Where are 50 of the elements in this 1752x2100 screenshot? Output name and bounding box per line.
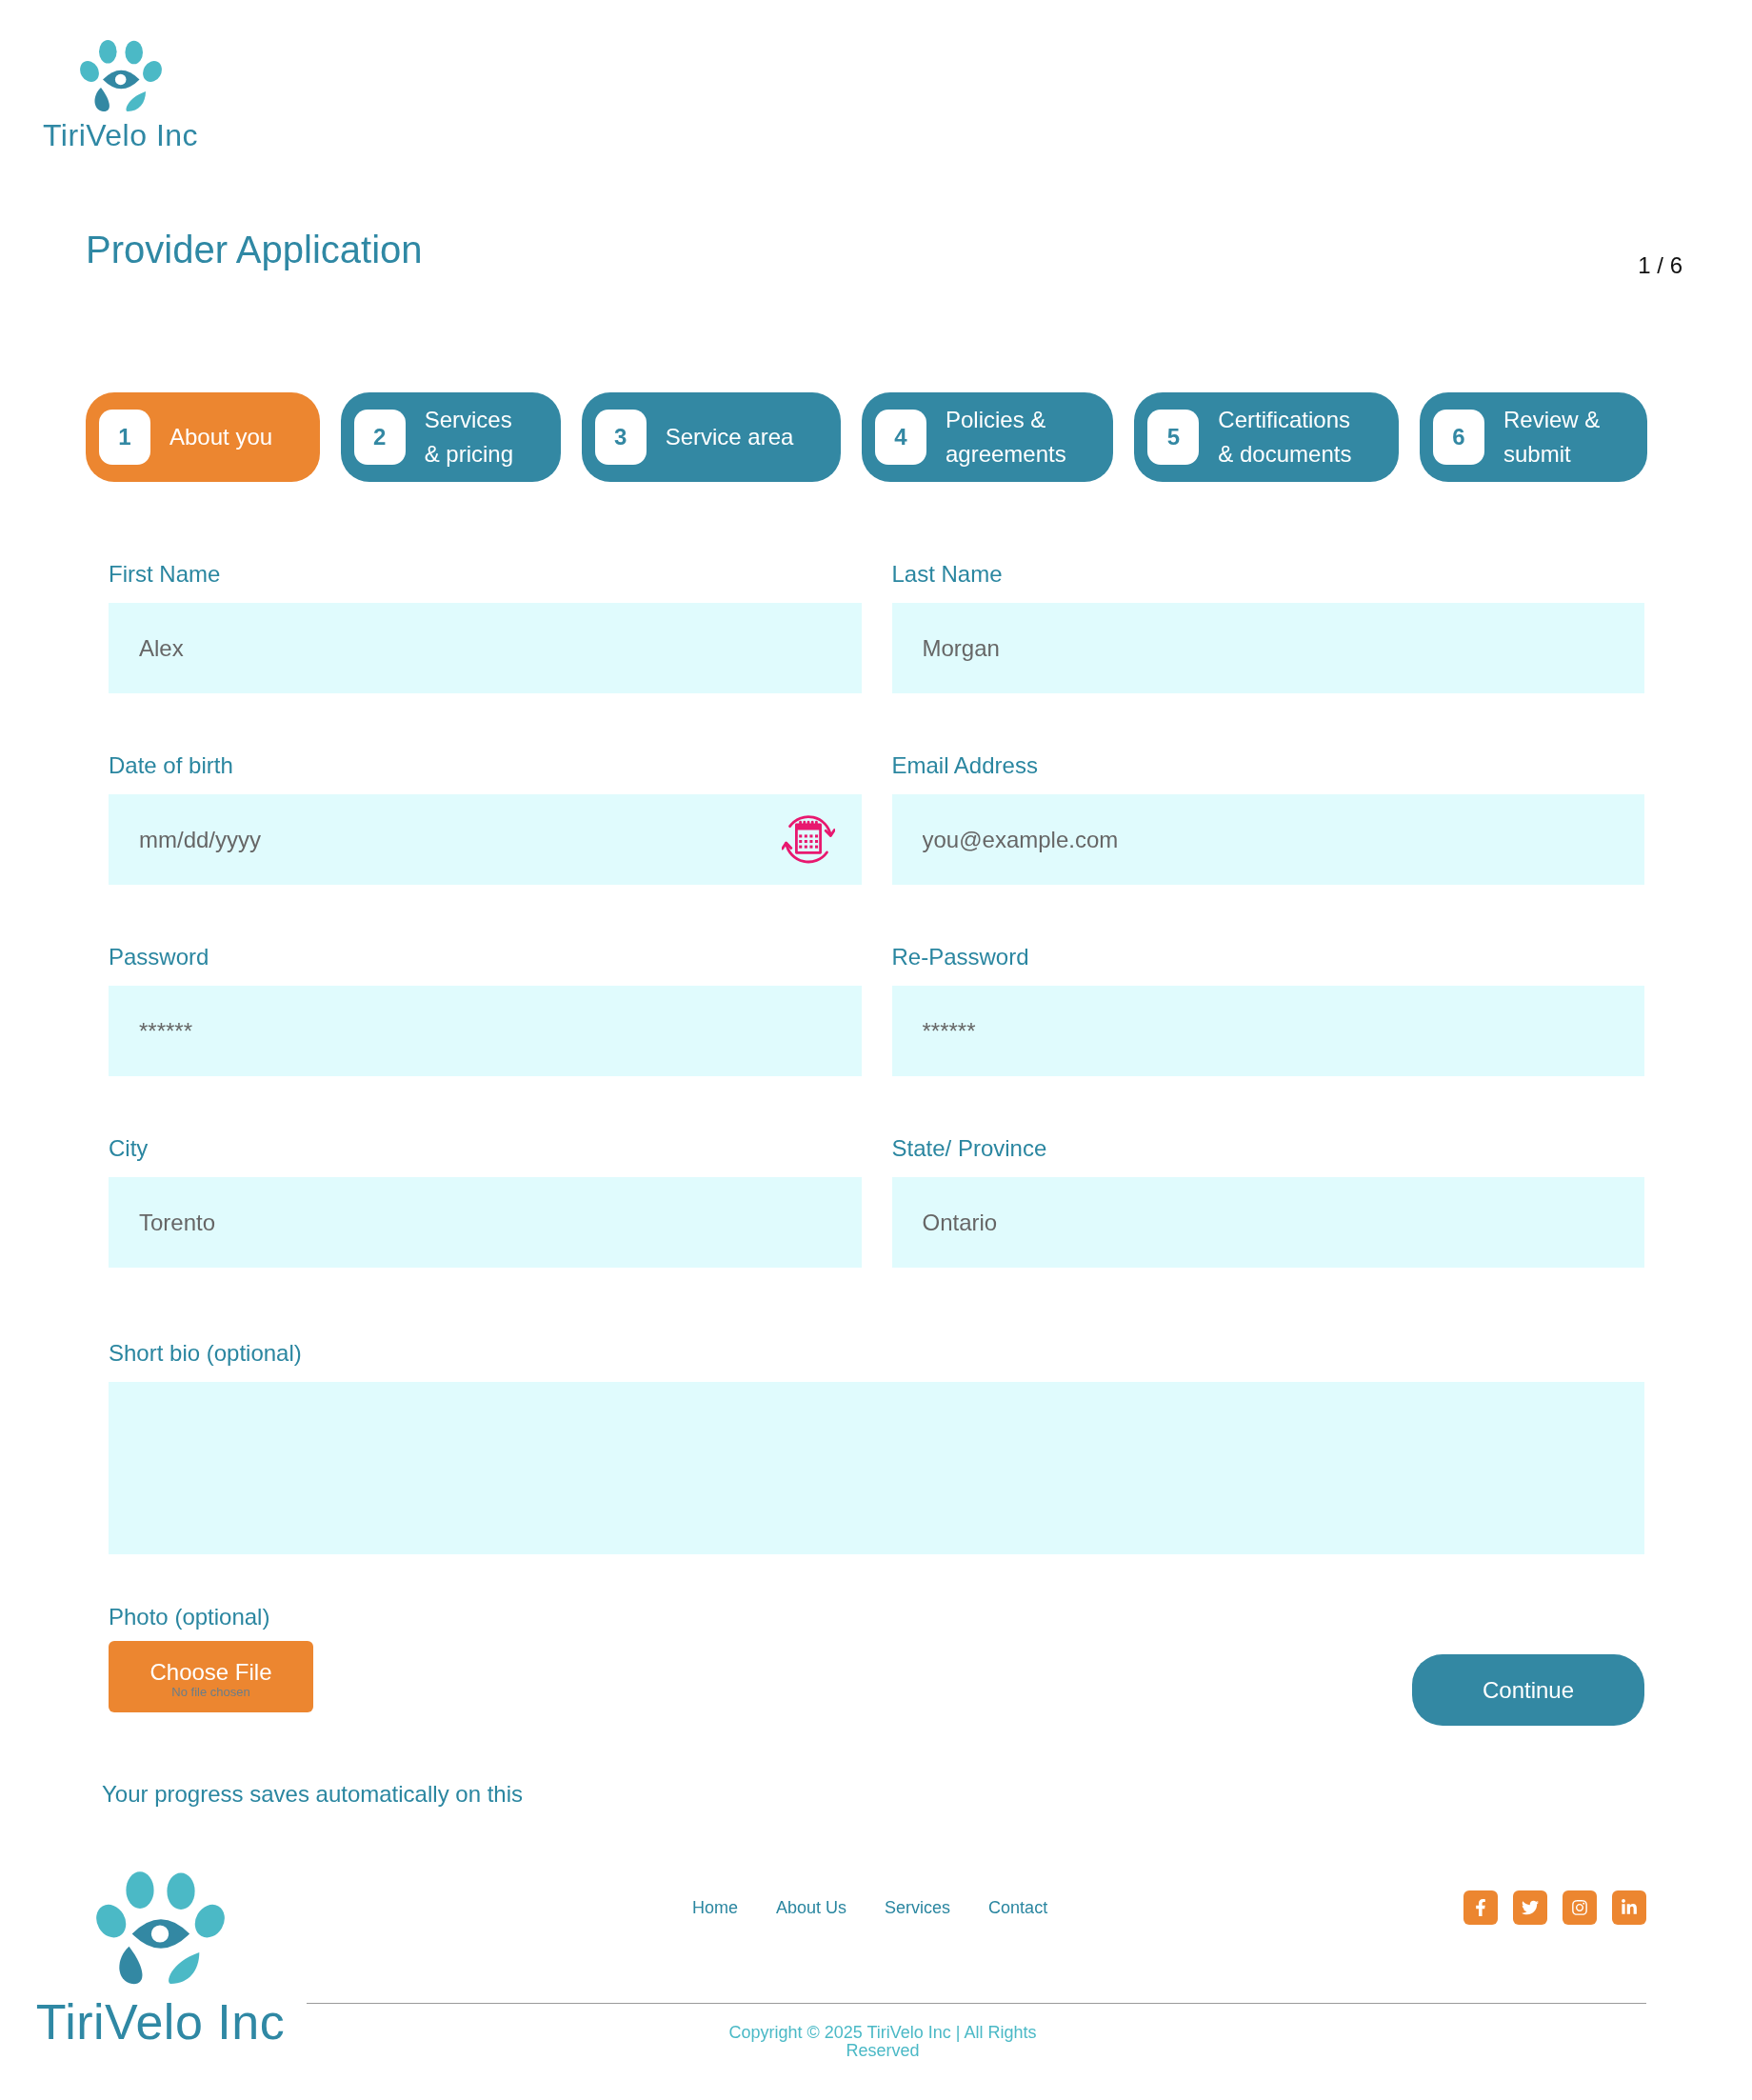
field-label: Date of birth xyxy=(109,752,233,779)
choose-file-button[interactable]: Choose File No file chosen xyxy=(109,1641,313,1712)
nav-link[interactable]: About Us xyxy=(776,1897,847,1918)
textarea-field[interactable] xyxy=(109,1382,1644,1554)
step-tab[interactable]: 4 Policies & agreements xyxy=(862,392,1114,482)
page-title: Provider Application xyxy=(86,228,423,272)
step-number: 6 xyxy=(1433,410,1484,465)
field-label: Short bio (optional) xyxy=(109,1340,302,1367)
step-number: 4 xyxy=(875,410,926,465)
step-number: 1 xyxy=(99,410,150,465)
field-label: First Name xyxy=(109,561,221,588)
step-counter: 1 / 6 xyxy=(1638,252,1682,279)
field-label: Re-Password xyxy=(891,944,1029,970)
field-label: Last Name xyxy=(891,561,1003,588)
text-field[interactable]: Ontario xyxy=(891,1177,1644,1268)
logo-text: TiriVelo Inc xyxy=(43,118,199,152)
field-label: Email Address xyxy=(891,752,1038,779)
nav-link[interactable]: Contact xyxy=(988,1897,1048,1918)
step-tab[interactable]: 1 About you xyxy=(86,392,320,482)
date-field[interactable]: mm/dd/yyyy xyxy=(109,794,862,885)
text-field[interactable]: ****** xyxy=(891,986,1644,1076)
text-field[interactable]: Torento xyxy=(109,1177,862,1268)
text-field[interactable]: Alex xyxy=(109,603,862,693)
step-number: 3 xyxy=(594,410,647,465)
step-tab[interactable]: 5 Certifications & documents xyxy=(1134,392,1399,482)
step-tab[interactable]: 3 Service area xyxy=(581,392,841,482)
copyright-text: Copyright © 2025 TiriVelo Inc | All Rights Reserved xyxy=(727,2024,1038,2060)
step-number: 2 xyxy=(353,410,406,465)
step-tab[interactable]: 2 Services & pricing xyxy=(340,392,561,482)
step-tab[interactable]: 6 Review & submit xyxy=(1420,392,1647,482)
twitter-icon[interactable] xyxy=(1513,1890,1547,1925)
field-label: City xyxy=(109,1135,149,1162)
continue-button[interactable]: Continue xyxy=(1412,1654,1644,1726)
instagram-icon[interactable] xyxy=(1563,1890,1597,1925)
text-field[interactable]: you@example.com xyxy=(891,794,1644,885)
text-field[interactable]: ****** xyxy=(109,986,862,1076)
nav-link[interactable]: Services xyxy=(885,1897,951,1918)
text-field[interactable]: Morgan xyxy=(891,603,1644,693)
file-status-text: No file chosen xyxy=(171,1686,250,1699)
step-number: 5 xyxy=(1147,410,1200,465)
field-label: Password xyxy=(109,944,209,970)
nav-link[interactable]: Home xyxy=(692,1897,738,1918)
paw-logo-icon xyxy=(96,1871,225,1986)
facebook-icon[interactable] xyxy=(1463,1890,1498,1925)
field-label: State/ Province xyxy=(891,1135,1047,1162)
field-label: Photo (optional) xyxy=(109,1604,270,1630)
logo-text: TiriVelo Inc xyxy=(35,1995,286,2049)
autosave-note: Your progress saves automatically on this xyxy=(102,1781,523,1808)
linkedin-icon[interactable] xyxy=(1612,1890,1646,1925)
paw-logo-icon xyxy=(79,40,162,112)
